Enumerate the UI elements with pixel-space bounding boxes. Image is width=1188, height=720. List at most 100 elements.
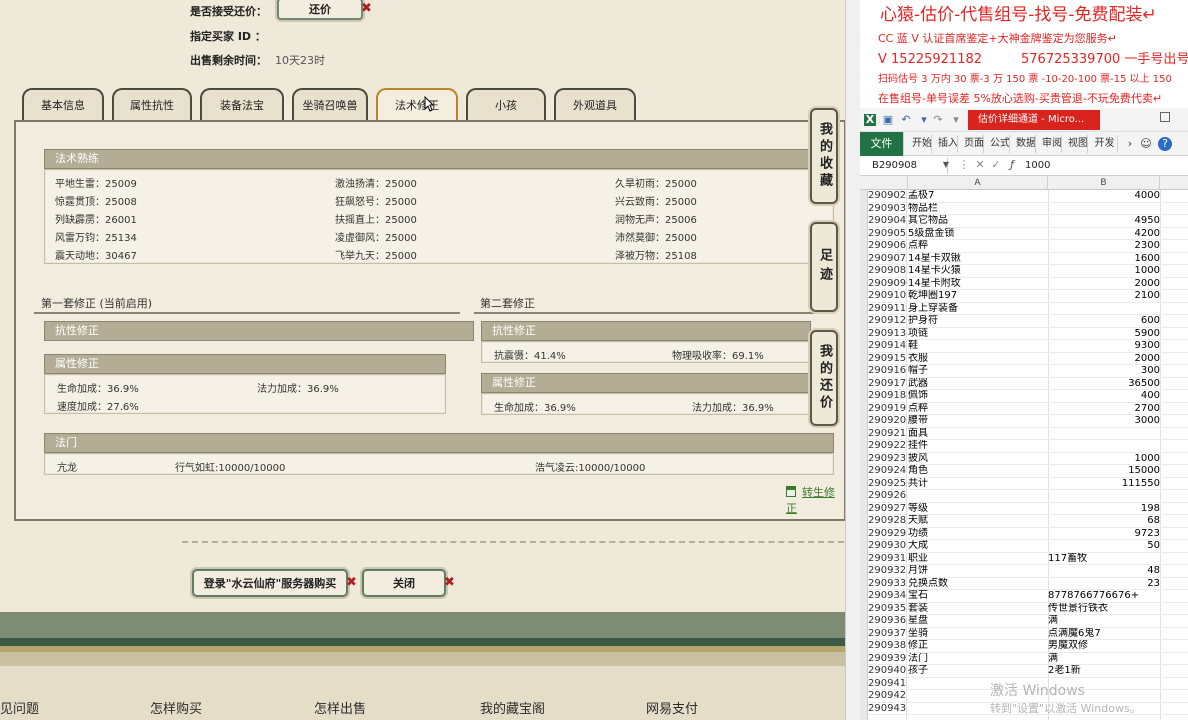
- row-number[interactable]: 290905: [868, 228, 906, 241]
- close-x-icon[interactable]: ✖: [444, 575, 455, 590]
- row-number[interactable]: 290932: [868, 565, 906, 578]
- cancel-icon[interactable]: ✕: [974, 159, 986, 171]
- cell-b[interactable]: 4950: [1048, 215, 1160, 228]
- row-number[interactable]: 290907: [868, 253, 906, 266]
- row-number[interactable]: 290939: [868, 653, 906, 666]
- ribbon-tab-formulas[interactable]: 公式: [988, 135, 1010, 153]
- row-number[interactable]: 290916: [868, 365, 906, 378]
- cell-b[interactable]: 2000: [1048, 353, 1160, 366]
- cell-a[interactable]: 物品栏: [908, 203, 1048, 216]
- cell-b[interactable]: 4000: [1048, 190, 1160, 203]
- help-icon[interactable]: ?: [1158, 137, 1172, 151]
- row-number[interactable]: 290927: [868, 503, 906, 516]
- cell-b[interactable]: 4200: [1048, 228, 1160, 241]
- counter-offer-button[interactable]: 还价: [277, 0, 363, 20]
- row-number[interactable]: 290912: [868, 315, 906, 328]
- formula-value[interactable]: 1000: [1025, 158, 1050, 174]
- cell-a[interactable]: 帽子: [908, 365, 1048, 378]
- cell-b[interactable]: 198: [1048, 503, 1160, 516]
- cell-a[interactable]: 项链: [908, 328, 1048, 341]
- row-number[interactable]: 290940: [868, 665, 906, 678]
- cell-b[interactable]: 1000: [1048, 265, 1160, 278]
- footer-link-netease-pay[interactable]: 网易支付: [646, 698, 698, 717]
- ribbon-tab-home[interactable]: 开始: [910, 135, 932, 153]
- row-number[interactable]: 290913: [868, 328, 906, 341]
- row-number[interactable]: 290921: [868, 428, 906, 441]
- row-number[interactable]: 290906: [868, 240, 906, 253]
- login-close-icon[interactable]: ✖: [346, 575, 357, 590]
- cell-a[interactable]: 天赋: [908, 515, 1048, 528]
- cell-b[interactable]: 1600: [1048, 253, 1160, 266]
- row-number[interactable]: 290904: [868, 215, 906, 228]
- cell-a[interactable]: 面具: [908, 428, 1048, 441]
- cell-a[interactable]: 其它物品: [908, 215, 1048, 228]
- row-number[interactable]: 290943: [868, 703, 906, 716]
- row-number[interactable]: 290936: [868, 615, 906, 628]
- ribbon-tab-insert[interactable]: 插入: [936, 135, 958, 153]
- tab-spell-correction[interactable]: 法术修正: [376, 88, 458, 120]
- row-number[interactable]: 290915: [868, 353, 906, 366]
- cell-b[interactable]: 满: [1048, 653, 1160, 666]
- footer-link-faq[interactable]: 见问题: [0, 698, 39, 717]
- namebox-dropdown-icon[interactable]: ▼: [940, 159, 952, 171]
- close-button[interactable]: 关闭: [362, 569, 446, 597]
- cell-a[interactable]: 功绩: [908, 528, 1048, 541]
- cell-a[interactable]: 法门: [908, 653, 1048, 666]
- cell-b[interactable]: 2100: [1048, 290, 1160, 303]
- ribbon-more-icon[interactable]: ›: [1124, 138, 1136, 150]
- cell-a[interactable]: 鞋: [908, 340, 1048, 353]
- cell-b[interactable]: 9300: [1048, 340, 1160, 353]
- row-number[interactable]: 290902: [868, 190, 906, 203]
- cell-a[interactable]: 14星卡双锹: [908, 253, 1048, 266]
- redo-icon[interactable]: ↷: [932, 114, 944, 126]
- select-all-corner[interactable]: [860, 176, 908, 190]
- cell-b[interactable]: 2700: [1048, 403, 1160, 416]
- cell-a[interactable]: 点粹: [908, 240, 1048, 253]
- tab-equipment[interactable]: 装备法宝: [200, 88, 284, 120]
- cell-a[interactable]: 修正: [908, 640, 1048, 653]
- cell-b[interactable]: 传世景行铁衣: [1048, 603, 1160, 616]
- row-number[interactable]: 290909: [868, 278, 906, 291]
- cell-a[interactable]: 大成: [908, 540, 1048, 553]
- cell-a[interactable]: 宝石: [908, 590, 1048, 603]
- ribbon-tab-layout[interactable]: 页面: [962, 135, 984, 153]
- row-number[interactable]: 290917: [868, 378, 906, 391]
- cell-a[interactable]: 14星卡附玫: [908, 278, 1048, 291]
- tab-appearance[interactable]: 外观道具: [554, 88, 636, 120]
- row-number[interactable]: 290938: [868, 640, 906, 653]
- row-number[interactable]: 290934: [868, 590, 906, 603]
- tab-mounts-pets[interactable]: 坐骑召唤兽: [292, 88, 368, 120]
- row-number[interactable]: 290942: [868, 690, 906, 703]
- row-number[interactable]: 290924: [868, 465, 906, 478]
- row-number[interactable]: 290919: [868, 403, 906, 416]
- cell-a[interactable]: 等级: [908, 503, 1048, 516]
- my-favorites-button[interactable]: 我的收藏: [810, 108, 838, 204]
- cell-b[interactable]: 111550: [1048, 478, 1160, 491]
- cell-b[interactable]: 50: [1048, 540, 1160, 553]
- row-number[interactable]: 290941: [868, 678, 906, 691]
- ribbon-tab-developer[interactable]: 开发: [1092, 135, 1118, 153]
- restore-icon[interactable]: [1160, 112, 1170, 122]
- row-number[interactable]: 290908: [868, 265, 906, 278]
- cell-a[interactable]: 披风: [908, 453, 1048, 466]
- cell-a[interactable]: 套装: [908, 603, 1048, 616]
- cell-a[interactable]: 衣服: [908, 353, 1048, 366]
- cell-a[interactable]: 护身符: [908, 315, 1048, 328]
- cell-b[interactable]: 300: [1048, 365, 1160, 378]
- column-header-b[interactable]: B: [1048, 176, 1160, 190]
- row-number[interactable]: 290903: [868, 203, 906, 216]
- cell-a[interactable]: 5级盘金锁: [908, 228, 1048, 241]
- cell-a[interactable]: 身上穿装备: [908, 303, 1048, 316]
- cell-a[interactable]: 兑换点数: [908, 578, 1048, 591]
- footer-link-how-to-buy[interactable]: 怎样购买: [150, 698, 202, 717]
- cell-b[interactable]: 68: [1048, 515, 1160, 528]
- cell-b[interactable]: 男魔双修: [1048, 640, 1160, 653]
- name-box[interactable]: B290908: [864, 158, 948, 174]
- cell-a[interactable]: 14星卡火猿: [908, 265, 1048, 278]
- row-number[interactable]: 290935: [868, 603, 906, 616]
- dropdown-icon[interactable]: ▾: [918, 114, 930, 126]
- cell-b[interactable]: 点满魔6鬼7: [1048, 628, 1160, 641]
- row-number[interactable]: 290928: [868, 515, 906, 528]
- tab-child[interactable]: 小孩: [466, 88, 546, 120]
- cell-b[interactable]: 15000: [1048, 465, 1160, 478]
